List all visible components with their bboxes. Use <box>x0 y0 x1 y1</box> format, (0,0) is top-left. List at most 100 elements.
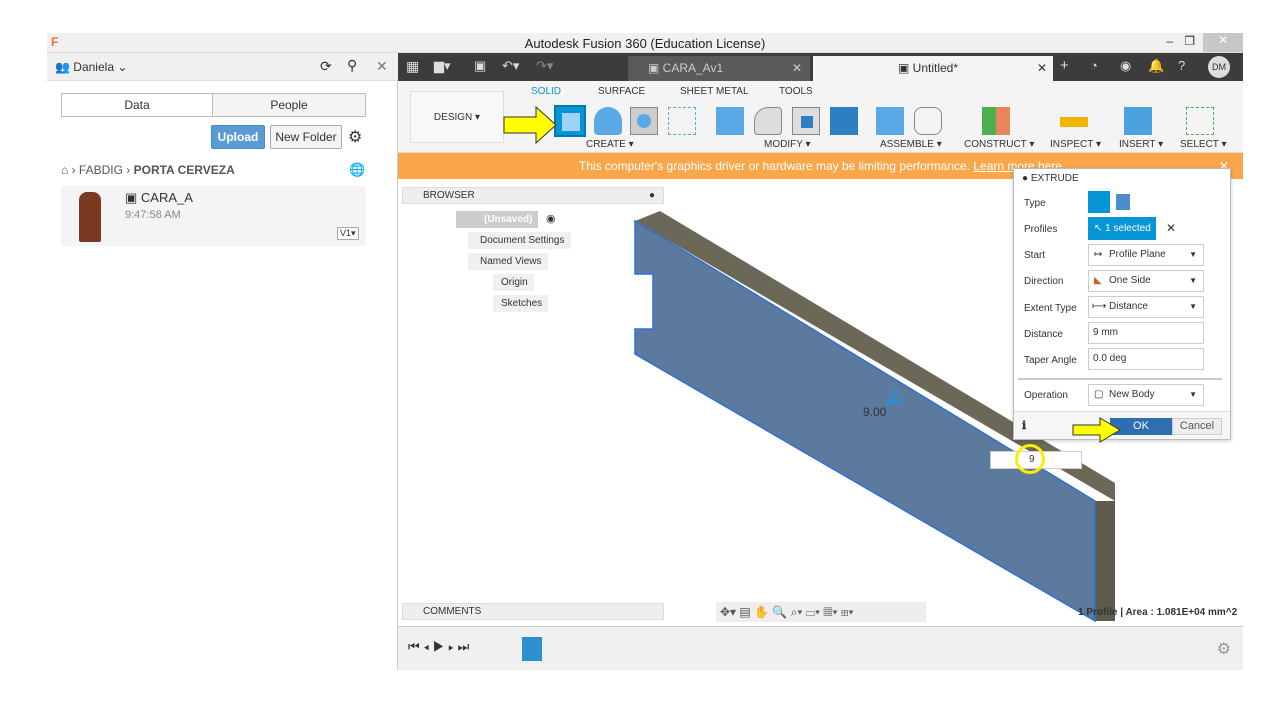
insert-image-icon[interactable] <box>1124 107 1152 135</box>
maximize-button[interactable]: ❐ <box>1184 34 1195 48</box>
user-name: Daniela <box>73 60 114 74</box>
browser-item-named-views[interactable]: Named Views <box>468 253 548 270</box>
extent-type-label: Extent Type <box>1024 303 1077 314</box>
select-icon[interactable] <box>1186 107 1214 135</box>
combine-icon[interactable] <box>830 107 858 135</box>
activate-icon[interactable]: ◉ <box>546 212 556 225</box>
browser-item-origin[interactable]: Origin <box>493 274 534 291</box>
inspect-menu[interactable]: INSPECT ▾ <box>1050 139 1101 150</box>
look-at-icon: ▤ <box>739 605 751 619</box>
new-folder-button[interactable]: New Folder <box>270 125 342 149</box>
undo-icon[interactable]: ↶▾ <box>502 58 519 74</box>
display-settings-icon: ▭▾ <box>805 605 820 619</box>
play-icon: ▶ <box>432 639 445 654</box>
shell-icon[interactable] <box>792 107 820 135</box>
refresh-icon[interactable]: ⟳ <box>320 58 332 75</box>
home-icon[interactable]: ⌂ <box>61 163 68 177</box>
breadcrumb-item[interactable]: FABDIG <box>79 163 123 177</box>
timeline-sketch-item[interactable] <box>522 637 542 661</box>
distance-label: Distance <box>1024 329 1063 340</box>
distance-field[interactable]: 9 mm <box>1088 322 1204 344</box>
zoom-icon: 🔍 <box>772 605 788 619</box>
close-panel-icon[interactable]: ✕ <box>376 58 388 75</box>
tab-solid[interactable]: SOLID <box>531 86 561 97</box>
file-menu-icon[interactable]: ▆▾ <box>434 58 451 74</box>
select-menu[interactable]: SELECT ▾ <box>1180 139 1227 150</box>
tab-cara-a[interactable]: ▣ CARA_Av1 ✕ <box>628 56 810 81</box>
grid-menu-icon[interactable]: ▦ <box>406 58 419 75</box>
browser-root[interactable]: (Unsaved) <box>456 211 539 228</box>
measure-icon[interactable] <box>1060 117 1088 127</box>
browser-item-document-settings[interactable]: Document Settings <box>468 232 571 249</box>
fit-icon: ⌕▾ <box>790 605 803 619</box>
breadcrumb-item[interactable]: PORTA CERVEZA <box>134 163 235 177</box>
offset-plane-icon[interactable] <box>982 107 1010 135</box>
help-icon[interactable]: ? <box>1178 58 1185 73</box>
taper-angle-label: Taper Angle <box>1024 355 1077 366</box>
new-component-icon[interactable] <box>876 107 904 135</box>
modify-menu[interactable]: MODIFY ▾ <box>764 139 811 150</box>
taper-angle-field[interactable]: 0.0 deg <box>1088 348 1204 370</box>
extrude-dialog: ● EXTRUDE Type Profiles ↖ 1 selected ✕ S… <box>1013 168 1231 440</box>
tab-tools[interactable]: TOOLS <box>779 86 813 97</box>
browser-panel-header[interactable]: BROWSER ● <box>402 187 664 204</box>
clear-selection-icon[interactable]: ✕ <box>1166 221 1176 235</box>
search-icon[interactable]: ⚲ <box>347 57 357 74</box>
revolve-icon[interactable] <box>594 107 622 135</box>
tab-people[interactable]: People <box>212 93 366 117</box>
next-icon: ▸ <box>448 639 454 654</box>
avatar[interactable]: DM <box>1208 56 1230 78</box>
browser-item-sketches[interactable]: Sketches <box>493 295 549 312</box>
extrude-icon[interactable] <box>554 105 586 137</box>
close-tab-icon: ✕ <box>1036 61 1047 75</box>
dialog-title: ● EXTRUDE <box>1022 173 1079 184</box>
joint-icon[interactable] <box>914 107 942 135</box>
close-button[interactable]: ✕ <box>1203 33 1243 52</box>
save-icon[interactable]: ▣ <box>474 58 486 74</box>
fillet-icon[interactable] <box>754 107 782 135</box>
press-pull-icon[interactable] <box>716 107 744 135</box>
comments-panel[interactable]: COMMENTS <box>402 603 664 620</box>
workspace-switcher[interactable]: DESIGN ▾ <box>410 91 504 143</box>
job-status-icon[interactable]: ◉ <box>1120 58 1131 74</box>
assemble-menu[interactable]: ASSEMBLE ▾ <box>880 139 942 150</box>
upload-button[interactable]: Upload <box>211 125 265 149</box>
globe-icon[interactable]: 🌐 <box>349 162 365 178</box>
hole-icon[interactable] <box>630 107 658 135</box>
operation-label: Operation <box>1024 390 1068 401</box>
pattern-icon[interactable] <box>668 107 696 135</box>
minimize-button[interactable]: – <box>1166 34 1173 48</box>
extensions-icon[interactable]: ◔ <box>1090 58 1098 73</box>
version-badge[interactable]: V1▾ <box>337 227 359 240</box>
user-menu[interactable]: 👥 Daniela ⌄ <box>55 60 127 74</box>
navigation-bar[interactable]: ✥▾ ▤ ✋ 🔍 ⌕▾ ▭▾ ▦▾ ⊞▾ <box>716 602 926 622</box>
timeline: ⏮ ◂ ▶ ▸ ⏭ ⚙ <box>398 626 1243 670</box>
settings-icon[interactable]: ⚙ <box>1217 639 1231 659</box>
file-card[interactable]: ▣ CARA_A 9:47:58 AM V1▾ <box>61 186 366 246</box>
direction-select[interactable]: ◣ One Side ▼ <box>1088 270 1204 292</box>
tab-surface[interactable]: SURFACE <box>598 86 645 97</box>
window-title: Autodesk Fusion 360 (Education License) <box>524 36 766 51</box>
type-thin-icon[interactable] <box>1116 194 1130 210</box>
extent-type-select[interactable]: ⟼ Distance ▼ <box>1088 296 1204 318</box>
last-icon: ⏭ <box>457 639 470 654</box>
cancel-button[interactable]: Cancel <box>1172 418 1222 435</box>
operation-select[interactable]: ▢ New Body ▼ <box>1088 384 1204 406</box>
insert-menu[interactable]: INSERT ▾ <box>1119 139 1163 150</box>
tab-data[interactable]: Data <box>61 93 213 117</box>
type-solid-icon[interactable] <box>1088 191 1110 213</box>
redo-icon[interactable]: ↷▾ <box>536 58 553 74</box>
notifications-icon[interactable]: 🔔 <box>1148 58 1164 74</box>
profiles-selection[interactable]: ↖ 1 selected <box>1088 217 1156 240</box>
timeline-controls[interactable]: ⏮ ◂ ▶ ▸ ⏭ <box>408 639 469 655</box>
start-select[interactable]: ↦ Profile Plane ▼ <box>1088 244 1204 266</box>
highlight-circle <box>1015 444 1045 474</box>
construct-menu[interactable]: CONSTRUCT ▾ <box>964 139 1034 150</box>
create-menu[interactable]: CREATE ▾ <box>586 139 634 150</box>
info-icon[interactable]: ℹ <box>1022 419 1026 432</box>
new-tab-icon[interactable]: + <box>1060 57 1069 74</box>
first-icon: ⏮ <box>408 639 420 654</box>
tab-untitled[interactable]: ▣ Untitled* ✕ <box>813 56 1053 81</box>
gear-icon[interactable]: ⚙ <box>348 127 362 147</box>
tab-sheet-metal[interactable]: SHEET METAL <box>680 86 749 97</box>
